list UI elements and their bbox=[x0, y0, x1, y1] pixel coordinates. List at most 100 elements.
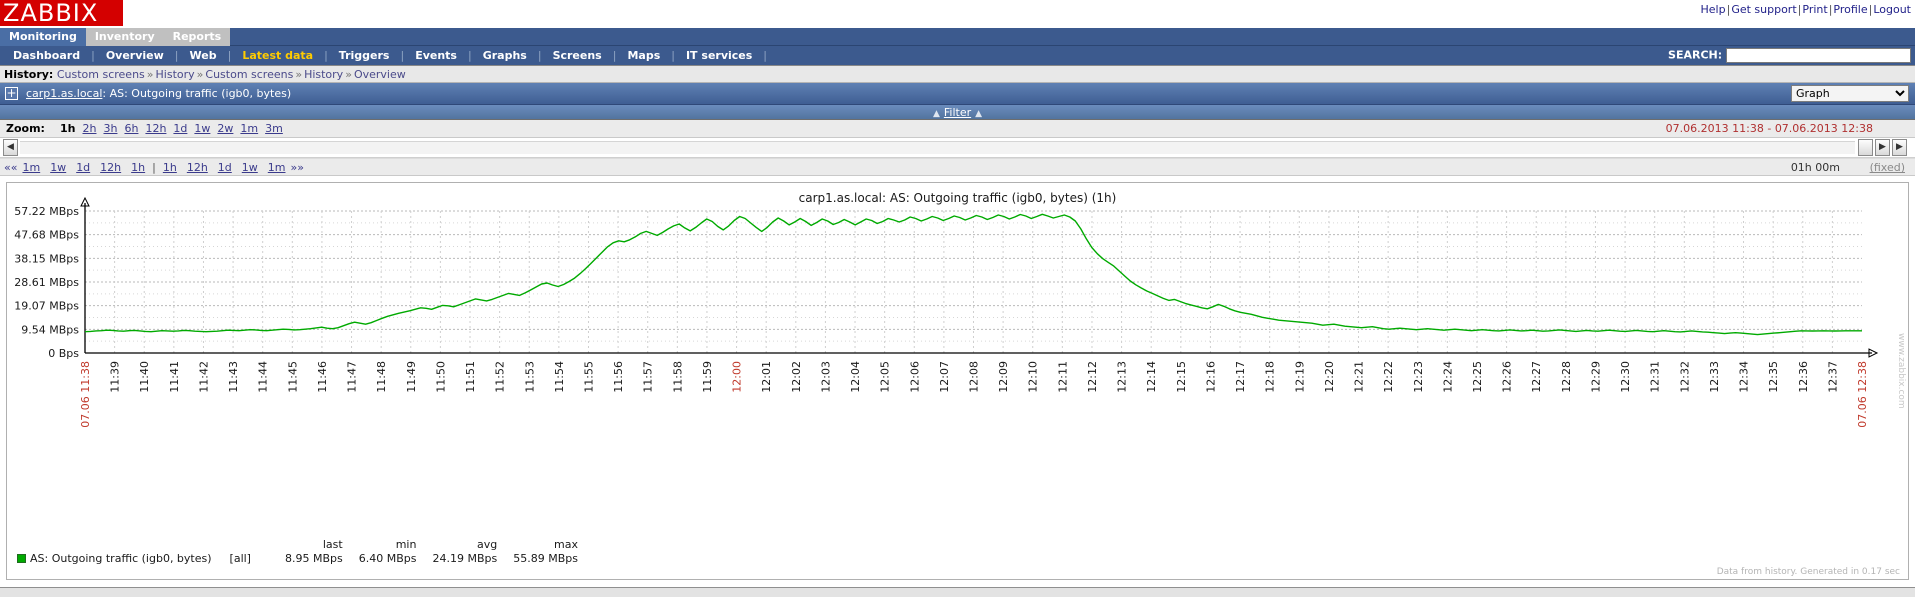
nav-fwd-1d[interactable]: 1d bbox=[218, 161, 232, 174]
svg-text:12:04: 12:04 bbox=[849, 361, 862, 393]
slider-handle-icon[interactable] bbox=[1858, 139, 1873, 156]
svg-text:07.06 12:38: 07.06 12:38 bbox=[1856, 361, 1869, 428]
date-range[interactable]: 07.06.2013 11:38 - 07.06.2013 12:38 bbox=[1666, 122, 1873, 135]
scroll-right-icon[interactable]: ▶ bbox=[1892, 139, 1907, 156]
tab-reports[interactable]: Reports bbox=[163, 28, 231, 46]
svg-text:12:08: 12:08 bbox=[968, 361, 981, 393]
svg-text:12:23: 12:23 bbox=[1412, 361, 1425, 393]
submenu-item-triggers[interactable]: Triggers bbox=[328, 46, 401, 66]
item-name: : AS: Outgoing traffic (igb0, bytes) bbox=[102, 87, 292, 100]
svg-text:11:42: 11:42 bbox=[197, 361, 210, 393]
submenu-item-it-services[interactable]: IT services bbox=[675, 46, 763, 66]
zoom-option-1m[interactable]: 1m bbox=[240, 122, 258, 135]
breadcrumb-item-3[interactable]: History bbox=[304, 68, 343, 81]
search-input[interactable] bbox=[1726, 48, 1911, 63]
submenu-item-web[interactable]: Web bbox=[179, 46, 228, 66]
nav-fwd-1m[interactable]: 1m bbox=[268, 161, 286, 174]
zabbix-watermark: www.zabbix.com bbox=[1896, 333, 1906, 409]
profile-link[interactable]: Profile bbox=[1833, 3, 1867, 16]
svg-text:11:59: 11:59 bbox=[701, 361, 714, 393]
svg-text:12:16: 12:16 bbox=[1204, 361, 1217, 393]
link-separator: | bbox=[1828, 3, 1833, 16]
filter-bar[interactable]: ▲ Filter ▲ bbox=[0, 105, 1915, 120]
breadcrumb-item-0[interactable]: Custom screens bbox=[57, 68, 145, 81]
main-menu-tabs: Monitoring Inventory Reports bbox=[0, 28, 1915, 46]
graph-panel: carp1.as.local: AS: Outgoing traffic (ig… bbox=[6, 182, 1909, 580]
expand-plus-icon[interactable]: + bbox=[5, 87, 18, 100]
svg-text:12:28: 12:28 bbox=[1560, 361, 1573, 393]
legend-header-max: max bbox=[554, 538, 578, 551]
nav-first-icon[interactable]: «« bbox=[4, 161, 17, 174]
zabbix-logo: ZABBIX bbox=[0, 0, 123, 26]
view-type-select[interactable]: Graph bbox=[1791, 85, 1909, 102]
breadcrumb-separator: » bbox=[345, 68, 352, 81]
zoom-option-2h[interactable]: 2h bbox=[83, 122, 97, 135]
get-support-link[interactable]: Get support bbox=[1731, 3, 1796, 16]
date-range-separator: - bbox=[1767, 122, 1772, 135]
legend-header-min: min bbox=[395, 538, 417, 551]
zoom-option-12h[interactable]: 12h bbox=[145, 122, 166, 135]
zoom-option-1h[interactable]: 1h bbox=[60, 122, 76, 135]
link-separator: | bbox=[1868, 3, 1873, 16]
time-slider-track[interactable] bbox=[20, 141, 1855, 154]
graph-legend: last min avg max AS: Outgoing traffic (i… bbox=[17, 538, 578, 565]
svg-text:11:55: 11:55 bbox=[582, 361, 595, 393]
submenu-item-overview[interactable]: Overview bbox=[95, 46, 175, 66]
svg-text:12:36: 12:36 bbox=[1797, 361, 1810, 393]
zoom-option-6h[interactable]: 6h bbox=[124, 122, 138, 135]
nav-last-icon[interactable]: »» bbox=[291, 161, 304, 174]
tab-inventory[interactable]: Inventory bbox=[85, 28, 164, 46]
svg-text:11:39: 11:39 bbox=[109, 361, 122, 393]
nav-back-1w[interactable]: 1w bbox=[50, 161, 66, 174]
date-to[interactable]: 07.06.2013 12:38 bbox=[1775, 122, 1873, 135]
zoom-option-1w[interactable]: 1w bbox=[194, 122, 210, 135]
svg-text:12:29: 12:29 bbox=[1589, 361, 1602, 393]
svg-text:12:12: 12:12 bbox=[1086, 361, 1099, 393]
svg-text:12:10: 12:10 bbox=[1027, 361, 1040, 393]
print-link[interactable]: Print bbox=[1802, 3, 1827, 16]
breadcrumb-item-1[interactable]: History bbox=[156, 68, 195, 81]
link-separator: | bbox=[1797, 3, 1802, 16]
zoom-option-3m[interactable]: 3m bbox=[265, 122, 283, 135]
logout-link[interactable]: Logout bbox=[1873, 3, 1911, 16]
svg-text:12:26: 12:26 bbox=[1501, 361, 1514, 393]
submenu-item-graphs[interactable]: Graphs bbox=[472, 46, 538, 66]
scroll-right-small-icon[interactable]: ▶ bbox=[1875, 139, 1890, 156]
zoom-options: 1h 2h 3h 6h 12h 1d 1w 2w 1m 3m bbox=[60, 122, 290, 135]
svg-text:11:46: 11:46 bbox=[316, 361, 329, 393]
legend-value-max: 55.89 MBps bbox=[513, 552, 578, 565]
svg-text:12:02: 12:02 bbox=[790, 361, 803, 393]
tab-monitoring[interactable]: Monitoring bbox=[0, 28, 86, 46]
svg-text:12:11: 12:11 bbox=[1056, 361, 1069, 393]
scroll-left-icon[interactable]: ◀ bbox=[3, 139, 18, 156]
graph-canvas[interactable]: 57.22 MBps 47.68 MBps 38.15 MBps 28.61 MBps… bbox=[7, 183, 1908, 579]
zoom-option-3h[interactable]: 3h bbox=[103, 122, 117, 135]
breadcrumb-item-2[interactable]: Custom screens bbox=[205, 68, 293, 81]
fixed-period-toggle[interactable]: (fixed) bbox=[1870, 161, 1905, 174]
legend-header-last: last bbox=[322, 538, 343, 551]
submenu-item-latest-data[interactable]: Latest data bbox=[231, 46, 324, 66]
nav-fwd-1w[interactable]: 1w bbox=[242, 161, 258, 174]
user-links: Help|Get support|Print|Profile|Logout bbox=[1701, 3, 1911, 16]
nav-back-1d[interactable]: 1d bbox=[76, 161, 90, 174]
filter-toggle-link[interactable]: Filter bbox=[944, 105, 971, 120]
host-item-title: carp1.as.local: AS: Outgoing traffic (ig… bbox=[26, 87, 291, 100]
nav-back-1h[interactable]: 1h bbox=[131, 161, 145, 174]
submenu-item-events[interactable]: Events bbox=[404, 46, 468, 66]
nav-back-12h[interactable]: 12h bbox=[100, 161, 121, 174]
breadcrumb-item-4[interactable]: Overview bbox=[354, 68, 406, 81]
submenu-item-maps[interactable]: Maps bbox=[616, 46, 671, 66]
zoom-option-1d[interactable]: 1d bbox=[173, 122, 187, 135]
host-link[interactable]: carp1.as.local bbox=[26, 87, 102, 100]
nav-fwd-12h[interactable]: 12h bbox=[187, 161, 208, 174]
svg-text:12:15: 12:15 bbox=[1175, 361, 1188, 393]
submenu-item-screens[interactable]: Screens bbox=[542, 46, 613, 66]
nav-fwd-1h[interactable]: 1h bbox=[163, 161, 177, 174]
help-link[interactable]: Help bbox=[1701, 3, 1726, 16]
svg-text:11:44: 11:44 bbox=[257, 361, 270, 393]
date-from[interactable]: 07.06.2013 11:38 bbox=[1666, 122, 1764, 135]
svg-text:11:49: 11:49 bbox=[405, 361, 418, 393]
nav-back-1m[interactable]: 1m bbox=[22, 161, 40, 174]
submenu-item-dashboard[interactable]: Dashboard bbox=[2, 46, 91, 66]
zoom-option-2w[interactable]: 2w bbox=[217, 122, 233, 135]
